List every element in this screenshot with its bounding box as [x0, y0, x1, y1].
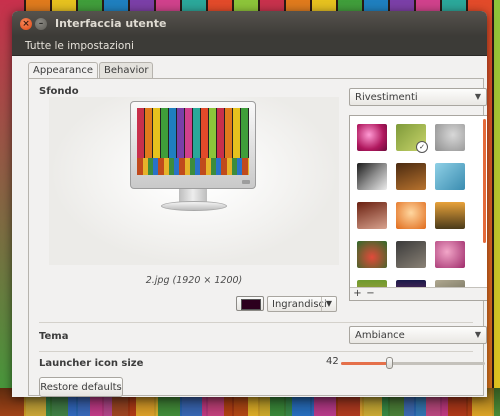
wallpaper-thumbnail[interactable] [435, 241, 465, 268]
minimize-icon[interactable]: – [35, 17, 47, 30]
background-source-select[interactable]: Rivestimenti ▼ [349, 88, 487, 106]
wallpaper-thumbnail[interactable]: ✓ [396, 124, 428, 153]
separator [39, 322, 473, 323]
settings-window: × – Interfaccia utente Tutte le impostaz… [12, 11, 487, 397]
wallpaper-thumbnail[interactable] [435, 163, 465, 190]
wallpaper-thumbnail[interactable] [435, 202, 465, 229]
window-title: Interfaccia utente [55, 17, 167, 30]
theme-label: Tema [39, 331, 69, 342]
theme-value: Ambiance [355, 330, 405, 341]
tab-behavior[interactable]: Behavior [99, 62, 154, 78]
title-bar[interactable]: × – Interfaccia utente [12, 11, 487, 36]
monitor-floor [137, 158, 249, 175]
theme-select[interactable]: Ambiance ▼ [349, 326, 487, 344]
separator [39, 351, 473, 352]
launcher-size-value: 42 [326, 356, 339, 367]
background-source-value: Rivestimenti [355, 92, 418, 103]
appearance-panel: Sfondo Rivestimenti ▼ 2.jpg (1920 × 1200… [28, 78, 487, 397]
remove-wallpaper-button[interactable]: − [365, 288, 376, 299]
menu-item-all-settings[interactable]: Tutte le impostazioni [25, 40, 134, 52]
gallery-scrollbar[interactable] [483, 119, 486, 243]
launcher-size-label: Launcher icon size [39, 358, 144, 369]
wallpaper-preview [49, 97, 339, 265]
color-picker-button[interactable] [236, 296, 264, 311]
wallpaper-gallery: ✓ + − [349, 115, 487, 301]
add-wallpaper-button[interactable]: + [352, 288, 363, 299]
color-swatch [241, 299, 261, 310]
slider-handle[interactable] [385, 357, 393, 369]
wallpaper-caption: 2.jpg (1920 × 1200) [145, 275, 243, 286]
chevron-down-icon: ▼ [474, 330, 482, 339]
chevron-down-icon: ▼ [474, 92, 482, 101]
close-icon[interactable]: × [20, 17, 32, 30]
wallpaper-thumbnail[interactable] [435, 124, 465, 151]
monitor-button [242, 180, 250, 184]
wallpaper-thumbnail[interactable] [357, 124, 387, 151]
wallpaper-thumbnail[interactable] [396, 163, 426, 190]
wallpaper-thumbnail[interactable] [396, 241, 426, 268]
gallery-toolbar: + − [350, 287, 487, 300]
scale-select[interactable]: Ingrandisci ▼ [267, 296, 337, 312]
wallpaper-thumbnail[interactable] [357, 202, 387, 229]
tab-bar: Appearance Behavior [28, 62, 154, 79]
background-label: Sfondo [39, 86, 79, 97]
restore-defaults-button[interactable]: Restore defaults [39, 377, 123, 397]
menubar: Tutte le impostazioni [12, 36, 487, 56]
scale-value: Ingrandisci [272, 299, 327, 310]
slider-fill [341, 362, 389, 365]
wallpaper-thumbnail[interactable] [357, 241, 387, 268]
monitor-icon [130, 101, 256, 189]
monitor-screen [137, 108, 249, 175]
launcher-size-slider[interactable] [341, 357, 485, 369]
tab-appearance[interactable]: Appearance [28, 62, 99, 79]
monitor-stand [161, 201, 227, 211]
wallpaper-thumbnail[interactable] [357, 163, 387, 190]
selected-check-icon: ✓ [416, 141, 428, 153]
wallpaper-thumbnail[interactable] [396, 202, 426, 229]
chevron-down-icon: ▼ [321, 297, 336, 311]
wallpaper-stripe [494, 0, 500, 416]
